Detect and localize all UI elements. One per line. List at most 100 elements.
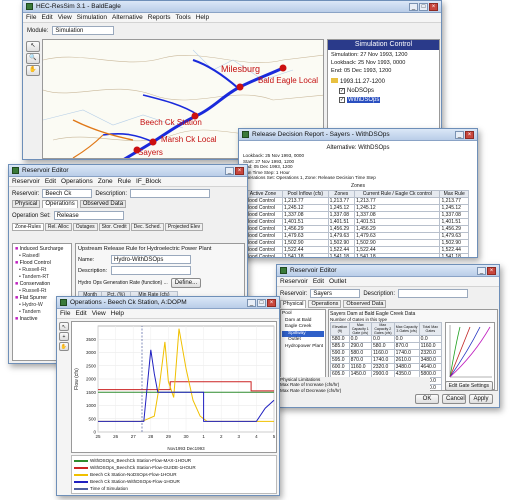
close-button[interactable]: × [235, 166, 244, 175]
zoom-tool-icon[interactable]: + [59, 332, 69, 341]
menu-edit[interactable]: Edit [75, 310, 86, 317]
y-axis-label: Flow (cfs) [74, 368, 80, 390]
table-row[interactable]: Flood Control 1,479.63 1,479.63 1,479.63 1,4… [242, 231, 469, 240]
subtab-dec-sched[interactable]: Dec. Sched. [130, 223, 164, 231]
minimize-button[interactable]: _ [225, 166, 234, 175]
zone-item[interactable]: ■ Induced Surcharge [15, 246, 69, 253]
zone-item[interactable]: • Raisedl [15, 253, 69, 260]
release-section: Zones [351, 182, 365, 189]
pan-tool-icon[interactable]: ✋ [26, 65, 40, 76]
tab-observed-data[interactable]: Observed Data [79, 200, 127, 208]
menu-reservoir[interactable]: Reservoir [280, 278, 308, 285]
menu-alternative[interactable]: Alternative [112, 14, 143, 21]
zone-item[interactable]: ■ Flood Control [15, 260, 69, 267]
minimize-button[interactable]: _ [247, 298, 256, 307]
menu-edit[interactable]: Edit [41, 14, 52, 21]
table-row[interactable]: Flood Control 1,337.08 1,337.08 1,337.08 1,3… [242, 210, 469, 219]
table-row[interactable]: Flood Control 1,456.29 1,456.29 1,456.29 1,4… [242, 224, 469, 233]
x-axis-label: Nov1993 Dec1993 [167, 446, 205, 451]
outlet-tree-item[interactable]: Dam at Bald Eagle Creek [282, 318, 324, 331]
table-row[interactable]: 595.0 870.0 1740.0 2610.0 3480.0 [330, 356, 443, 364]
tab-physical[interactable]: Physical [280, 300, 307, 308]
outlet-tree-item[interactable]: Hydropower Plant [282, 344, 324, 351]
subtab-stor-credit[interactable]: Stor. Credit [98, 223, 130, 231]
zone-item[interactable]: • Tandem-RT [15, 274, 69, 281]
outlet-res-select[interactable]: Sayers [310, 289, 361, 298]
pan-tool-icon[interactable]: ✋ [59, 342, 69, 351]
table-row[interactable]: 590.0 580.0 1160.0 1740.0 2320.0 [330, 349, 443, 357]
table-row[interactable]: Flood Control 1,541.18 1,541.18 1,541.18 1,5… [242, 252, 469, 257]
sim-tree-item-nodsops[interactable]: ✓ NoDSOps [331, 87, 436, 96]
table-row[interactable]: 585.0 290.0 580.0 870.0 1160.0 [330, 342, 443, 350]
menu-file[interactable]: File [26, 14, 36, 21]
table-row[interactable]: Flood Control 1,245.12 1,245.12 1,245.12 1,2… [242, 203, 469, 212]
menu-tools[interactable]: Tools [176, 14, 191, 21]
menu-rule[interactable]: Rule [118, 178, 131, 185]
ok-button[interactable]: OK [415, 394, 439, 404]
menu-reservoir[interactable]: Reservoir [12, 178, 40, 185]
subtab-projected-elev[interactable]: Projected Elev [164, 223, 204, 231]
zone-item[interactable]: • Russell-Rt [15, 288, 69, 295]
menu-view[interactable]: View [92, 310, 106, 317]
junction-milesburg[interactable] [236, 83, 244, 91]
close-button[interactable]: × [429, 2, 438, 11]
junction-marsh-creek[interactable] [149, 138, 157, 146]
menu-help[interactable]: Help [196, 14, 209, 21]
select-tool-icon[interactable]: ↖ [59, 322, 69, 331]
subtab-zone-rules[interactable]: Zone-Rules [12, 223, 44, 231]
junction-bald-eagle[interactable] [279, 64, 287, 72]
tab-observed-data[interactable]: Observed Data [343, 300, 387, 308]
sim-tree-root[interactable]: 1993.11.27-1200 [331, 78, 436, 87]
edit-gate-settings-button[interactable]: Edit Gate Settings [444, 381, 493, 391]
minimize-button[interactable]: _ [477, 266, 486, 275]
table-row[interactable]: Flood Control 1,522.44 1,522.44 1,522.44 1,5… [242, 245, 469, 254]
select-tool-icon[interactable]: ↖ [26, 41, 40, 52]
rule-desc-field[interactable] [111, 266, 191, 275]
close-button[interactable]: × [267, 298, 276, 307]
tab-physical[interactable]: Physical [12, 200, 41, 208]
subtab-outages[interactable]: Outages [72, 223, 98, 231]
outlet-desc-field[interactable] [398, 289, 469, 298]
maximize-button[interactable]: □ [419, 2, 428, 11]
subtab-rel-alloc[interactable]: Rel. Alloc [44, 223, 72, 231]
menu-operations[interactable]: Operations [61, 178, 93, 185]
sim-tree-item-withdsops[interactable]: ✓ WithDSOps [331, 96, 436, 105]
table-row[interactable]: Flood Control 1,213.77 1,213.77 1,213.77 1,2… [242, 196, 469, 205]
menu-edit[interactable]: Edit [45, 178, 56, 185]
table-row[interactable]: Flood Control 1,401.51 1,401.51 1,401.51 1,4… [242, 217, 469, 226]
define-button[interactable]: Define... [170, 278, 202, 288]
apply-button[interactable]: Apply [469, 394, 493, 404]
close-button[interactable]: × [487, 266, 496, 275]
rule-name-row: Name: Hydro-WithDSOps [78, 255, 242, 264]
reservoir-select[interactable]: Beech Ck [42, 189, 93, 198]
table-row[interactable]: 600.0 1160.0 2320.0 3480.0 4640.0 [330, 363, 443, 371]
minimize-button[interactable]: _ [455, 130, 464, 139]
table-row[interactable]: 580.0 0.0 0.0 0.0 0.0 [330, 335, 443, 343]
menu-help[interactable]: Help [111, 310, 124, 317]
menu-file[interactable]: File [60, 310, 70, 317]
zone-item[interactable]: • Russell-Rt [15, 267, 69, 274]
rate-decrease-label: Max Rate of Decrease (cfs/hr) [280, 387, 342, 393]
description-field[interactable] [130, 189, 211, 198]
close-button[interactable]: × [465, 130, 474, 139]
module-select[interactable]: Simulation [52, 26, 115, 35]
menu-view[interactable]: View [58, 14, 72, 21]
menu-zone[interactable]: Zone [98, 178, 113, 185]
zoom-tool-icon[interactable]: 🔍 [26, 53, 40, 64]
zone-item[interactable]: ■ Conservation [15, 281, 69, 288]
tab-operations[interactable]: Operations [42, 200, 78, 208]
opset-select[interactable]: Release [53, 211, 124, 220]
menu-reports[interactable]: Reports [148, 14, 171, 21]
menu-outlet[interactable]: Outlet [329, 278, 346, 285]
minimize-button[interactable]: _ [409, 2, 418, 11]
cancel-button[interactable]: Cancel [442, 394, 466, 404]
menu-if-block[interactable]: IF_Block [136, 178, 161, 185]
menu-simulation[interactable]: Simulation [77, 14, 107, 21]
menu-edit[interactable]: Edit [313, 278, 324, 285]
table-row[interactable]: Flood Control 1,502.90 1,502.90 1,502.90 1,5… [242, 238, 469, 247]
rule-name-field[interactable]: Hydro-WithDSOps [111, 255, 191, 264]
maximize-button[interactable]: □ [257, 298, 266, 307]
zone-icon: ■ [15, 246, 19, 252]
plot-area[interactable]: 0 500 1000 1500 2000 2500 3000 3500 25 26 27 28 29 30… [71, 321, 277, 453]
tab-operations[interactable]: Operations [308, 300, 342, 308]
